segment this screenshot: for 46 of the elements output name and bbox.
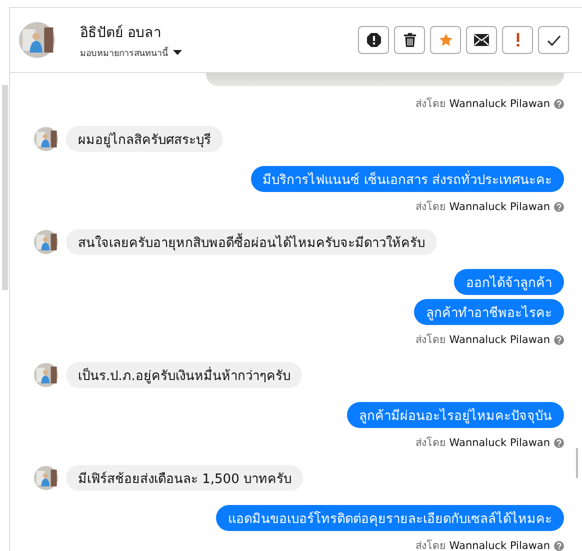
sent-message: แอดมินขอเบอร์โทรติดต่อคุยรายละเอียดกับเซลล์ได้ไหมคะ [216, 505, 564, 531]
help-icon [554, 98, 564, 108]
trash-icon [404, 33, 416, 47]
sent-by-label: ส่งโดย [415, 200, 446, 215]
avatar-icon [34, 230, 58, 254]
help-icon [554, 438, 564, 448]
avatar-icon [19, 22, 55, 58]
avatar-icon [34, 127, 58, 151]
exclamation-icon [516, 33, 520, 47]
agent-name: Wannaluck Pilawan [449, 98, 550, 110]
received-message: เป็นร.ป.ภ.อยู่ครับเงินหมื่นห้ากว่าๆครับ [66, 362, 302, 388]
scrollbar-thumb[interactable] [576, 448, 578, 478]
received-message: สนใจเลยครับอายุหกสิบพอดีซื้อผ่อนได้ไหมครับจะมีดาวให้ครับ [66, 229, 437, 255]
sent-message: มีบริการไฟแนนซ์ เซ็นเอกสาร ส่งรถทั่วประเทศนะคะ [250, 166, 564, 192]
delete-button[interactable] [394, 26, 425, 54]
sent-by-label: ส่งโดย [415, 538, 446, 551]
warning-octagon-icon [366, 33, 380, 47]
sent-by-label: ส่งโดย [415, 436, 446, 451]
avatar-icon [34, 363, 58, 387]
star-icon [438, 33, 452, 47]
help-icon [554, 202, 564, 212]
help-icon [554, 334, 564, 344]
mail-button[interactable] [466, 26, 497, 54]
agent-name: Wannaluck Pilawan [449, 200, 550, 212]
sent-message: ลูกค้ามีผ่อนอะไรอยู่ไหมคะปัจจุบัน [347, 402, 564, 428]
agent-name: Wannaluck Pilawan [449, 540, 550, 551]
report-button[interactable] [358, 26, 389, 54]
sent-by-label: ส่งโดย [415, 96, 446, 112]
done-button[interactable] [538, 26, 569, 54]
scrollbar-thumb[interactable] [2, 85, 8, 290]
sent-message: ลูกค้าทำอาชีพอะไรคะ [414, 299, 564, 325]
agent-name: Wannaluck Pilawan [449, 334, 550, 346]
checkmark-icon [546, 34, 560, 46]
sent-by-label: ส่งโดย [415, 332, 446, 348]
contact-name: อิธิปัตย์ อบลา [80, 24, 162, 42]
envelope-icon [474, 34, 489, 46]
received-message: ผมอยู่ไกลสิครับศสระบุรี [66, 126, 223, 152]
sent-message: ออกได้จ้าลูกค้า [454, 269, 564, 295]
caret-down-icon [173, 50, 182, 55]
help-icon [554, 540, 564, 550]
assign-conversation-dropdown[interactable]: มอบหมายการสนทนานี้ [80, 46, 182, 60]
received-message: มีเฟิร์สช้อยส่งเดือนละ 1,500 บาทครับ [66, 465, 304, 491]
avatar-icon [34, 466, 58, 490]
alert-button[interactable] [502, 26, 533, 54]
star-button[interactable] [430, 26, 461, 54]
agent-name: Wannaluck Pilawan [449, 436, 550, 448]
